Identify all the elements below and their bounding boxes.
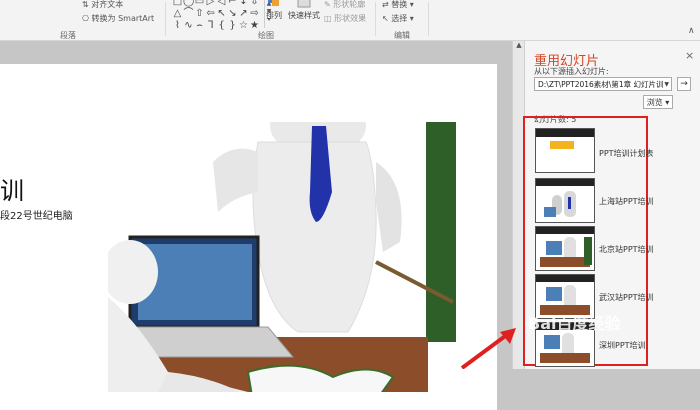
shape-item-icon[interactable]: ◯ <box>183 0 194 8</box>
slide-title-1[interactable]: PPT培训计划表 <box>599 148 654 159</box>
shape-item-icon[interactable]: ☆ <box>238 20 249 32</box>
shape-item-icon[interactable]: ▷ <box>205 0 216 8</box>
browse-button[interactable]: 浏览 ▾ <box>643 95 673 109</box>
shape-item-icon[interactable]: ∿ <box>183 20 194 32</box>
arrange-icon <box>268 0 279 6</box>
cursor-icon: ↖ <box>382 14 392 23</box>
drawing-group-label: 绘图 <box>258 31 274 40</box>
effects-icon: ◫ <box>324 14 335 23</box>
shape-item-icon[interactable]: △ <box>172 8 183 20</box>
smartart-icon: ⎔ <box>82 14 92 23</box>
quick-styles-icon <box>297 0 311 8</box>
shape-item-icon[interactable]: ⇨ <box>249 8 260 20</box>
shape-item-icon[interactable]: ⌐ <box>227 0 238 8</box>
arrange-button[interactable]: 排列 <box>262 0 286 21</box>
chevron-down-icon[interactable]: ▼ <box>664 78 669 90</box>
source-path-value: D:\ZT\PPT2016素材\第1章 幻灯片训 <box>538 80 664 89</box>
shape-outline-button[interactable]: ✎ 形状轮廓 <box>324 0 365 10</box>
ribbon: ⇅ 对齐文本 ⎔ 转换为 SmartArt 段落 □ ◯ ▭ ▷ ◁ ⌐ ↓ ⇩ △ ⌒ ⇧ ⇦ ↖ ↘ ↗… <box>0 0 700 41</box>
shape-item-icon[interactable]: ⇧ <box>194 8 205 20</box>
close-icon[interactable]: × <box>685 49 694 62</box>
collapse-ribbon-icon[interactable]: ∧ <box>688 26 695 36</box>
shape-item-icon[interactable]: ◁ <box>216 0 227 8</box>
quick-styles-button[interactable]: 快速样式 <box>286 0 322 21</box>
editing-group-label: 编辑 <box>394 31 410 40</box>
shape-item-icon[interactable]: ↗ <box>238 8 249 20</box>
shapes-gallery[interactable]: □ ◯ ▭ ▷ ◁ ⌐ ↓ ⇩ △ ⌒ ⇧ ⇦ ↖ ↘ ↗ ⇨ ⌇ ∿ ⌢ ᒣ{} ☆ ★ <box>172 0 264 31</box>
divider <box>428 2 429 36</box>
slide-title[interactable]: 训 <box>0 171 24 206</box>
align-text-icon: ⇅ <box>82 0 92 9</box>
source-path-input[interactable]: D:\ZT\PPT2016素材\第1章 幻灯片训 ▼ <box>534 77 672 91</box>
slide-thumbnail-1[interactable] <box>535 128 595 173</box>
shape-item-icon[interactable]: ⌒ <box>183 8 194 20</box>
shape-effects-button[interactable]: ◫ 形状效果 <box>324 13 366 24</box>
shape-item-icon[interactable]: ↓ <box>238 0 249 8</box>
shape-item-icon[interactable]: ⇦ <box>205 8 216 20</box>
slide-illustration[interactable] <box>108 122 456 392</box>
slide-canvas[interactable]: 训 段22号世纪电脑 <box>0 64 497 410</box>
shape-item-icon[interactable]: ↘ <box>227 8 238 20</box>
slide-title-4[interactable]: 武汉站PPT培训 <box>599 292 654 303</box>
divider <box>375 2 376 36</box>
slide-title-3[interactable]: 北京站PPT培训 <box>599 244 654 255</box>
paragraph-group-label: 段落 <box>60 31 76 40</box>
shape-item-icon[interactable]: ↖ <box>216 8 227 20</box>
slide-subtitle[interactable]: 段22号世纪电脑 <box>0 207 73 222</box>
slide-editing-area: 训 段22号世纪电脑 <box>0 41 512 410</box>
shape-item-icon[interactable]: } <box>227 20 238 32</box>
shape-item-icon[interactable]: ⌢ <box>194 20 205 32</box>
replace-button[interactable]: ⇄ 替换 ▾ <box>382 0 414 10</box>
align-text-button[interactable]: ⇅ 对齐文本 <box>82 0 123 10</box>
slide-title-5[interactable]: 深圳PPT培训 <box>599 340 646 351</box>
replace-icon: ⇄ <box>382 0 392 9</box>
pen-icon: ✎ <box>324 0 334 9</box>
scroll-up-icon[interactable]: ▲ <box>515 41 523 49</box>
chalkboard <box>426 122 456 342</box>
slide-thumbnail-3[interactable] <box>535 226 595 271</box>
watermark: Bai百度经验 <box>528 314 621 333</box>
shape-item-icon[interactable]: ⌇ <box>172 20 183 32</box>
shape-item-icon[interactable]: ▭ <box>194 0 205 8</box>
convert-smartart-button[interactable]: ⎔ 转换为 SmartArt <box>82 13 154 24</box>
select-button[interactable]: ↖ 选择 ▾ <box>382 13 414 24</box>
annotation-arrow-icon <box>460 328 516 369</box>
insert-from-label: 从以下源插入幻灯片: <box>534 67 609 76</box>
shape-item-icon[interactable]: ⇩ <box>249 0 260 8</box>
go-arrow-button[interactable]: → <box>677 77 691 91</box>
shape-item-icon[interactable]: □ <box>172 0 183 8</box>
divider <box>165 2 166 36</box>
slide-title-2[interactable]: 上海站PPT培训 <box>599 196 654 207</box>
shape-item-icon[interactable]: { <box>216 20 227 32</box>
slide-thumbnail-2[interactable] <box>535 178 595 223</box>
shape-item-icon[interactable]: ᒣ <box>205 20 216 32</box>
